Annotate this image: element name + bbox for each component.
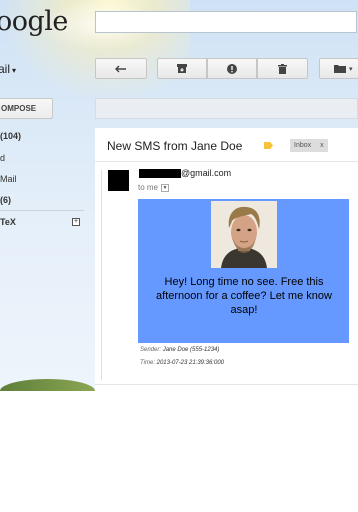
delete-button[interactable] [257,58,308,79]
inbox-label-badge: Inbox x [290,139,328,152]
archive-button[interactable] [157,58,207,79]
chevron-down-icon: ▾ [349,65,353,73]
sms-card: Hey! Long time no see. Free this afterno… [138,199,349,343]
sms-message-text: Hey! Long time no see. Free this afterno… [156,276,332,316]
sidebar-item-drafts[interactable]: (6) [0,195,11,205]
sidebar-item-inbox[interactable]: (104) [0,131,21,141]
mail-label-text: ail [0,62,11,76]
remove-label-button[interactable]: x [320,142,324,149]
gmail-window: oogle ail ▾ ▾ OMPOSE (104) d Mail (6) TeX… [0,0,358,391]
back-button[interactable] [95,58,147,79]
message-subject: New SMS from Jane Doe [107,139,243,153]
search-input[interactable] [95,11,357,33]
message-bottom-divider [95,384,358,385]
sidebar-item-mail[interactable]: Mail [0,174,17,184]
move-to-button[interactable]: ▾ [319,58,358,79]
report-spam-button[interactable] [207,58,257,79]
time-meta-value: 2013-07-23 21:39:36:000 [156,360,225,366]
to-me-label: to me [138,183,159,192]
archive-icon [177,64,187,73]
avatar[interactable] [108,170,129,191]
thread-line [101,170,102,380]
compose-button[interactable]: OMPOSE [0,98,53,119]
inbox-label-text: Inbox [294,142,312,149]
header-divider [95,161,358,162]
sidebar-divider [0,210,84,211]
logo: oogle [0,6,68,37]
mail-dropdown[interactable]: ail ▾ [0,62,16,76]
portrait-image [211,201,277,268]
chevron-down-icon: ▾ [12,66,17,75]
reply-arrow-icon [115,65,126,72]
sender-meta: Sender: Jane Doe (555-1234) [140,347,219,353]
contact-photo [211,201,277,268]
report-spam-icon [227,63,237,74]
sidebar-item-starred[interactable]: d [0,153,5,163]
sender-meta-key: Sender: [140,347,162,353]
action-bar [95,98,358,119]
recipient-line: to me ▼ [138,183,170,192]
redacted-sender-name [139,169,181,178]
time-meta: Time: 2013-07-23 21:39:36:000 [140,360,224,366]
theme-hill [0,379,95,391]
trash-icon [278,63,287,74]
message-panel: New SMS from Jane Doe Inbox x @gmail.com… [95,128,358,391]
add-label-icon[interactable]: + [72,218,80,226]
folder-icon [334,65,346,73]
sender-meta-value: Jane Doe (555-1234) [162,347,220,353]
details-caret-icon[interactable]: ▼ [161,183,170,192]
importance-tag-icon[interactable] [264,142,273,149]
sender-email[interactable]: @gmail.com [181,168,231,178]
time-meta-key: Time: [140,360,155,366]
sidebar-item-tex[interactable]: TeX [0,217,16,227]
